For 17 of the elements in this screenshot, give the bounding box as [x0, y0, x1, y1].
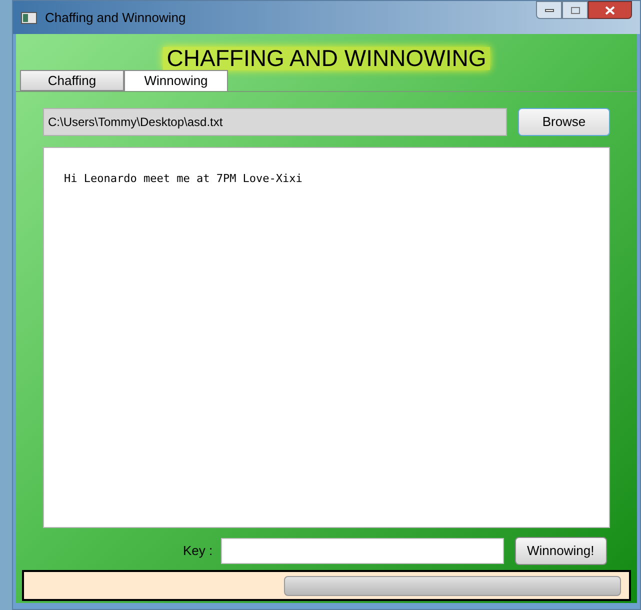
message-text-area[interactable]: Hi Leonardo meet me at 7PM Love-Xixi [43, 147, 610, 528]
minimize-button[interactable] [536, 1, 562, 19]
tab[interactable]: Chaffing [20, 70, 124, 91]
key-label: Key : [183, 542, 213, 560]
maximize-icon [570, 6, 580, 14]
window-title: Chaffing and Winnowing [45, 8, 186, 27]
tab[interactable]: Winnowing [124, 70, 228, 91]
app-heading: CHAFFING AND WINNOWING [162, 47, 490, 70]
close-icon [605, 6, 615, 14]
browse-button[interactable]: Browse [518, 108, 610, 136]
minimize-icon [544, 8, 554, 12]
close-button[interactable] [588, 1, 632, 19]
key-input[interactable] [220, 538, 504, 564]
app-icon [21, 12, 37, 24]
maximize-button[interactable] [562, 1, 588, 19]
winnowing-button[interactable]: Winnowing! [514, 537, 607, 565]
file-path-field[interactable]: C:\Users\Tommy\Desktop\asd.txt [43, 108, 507, 136]
